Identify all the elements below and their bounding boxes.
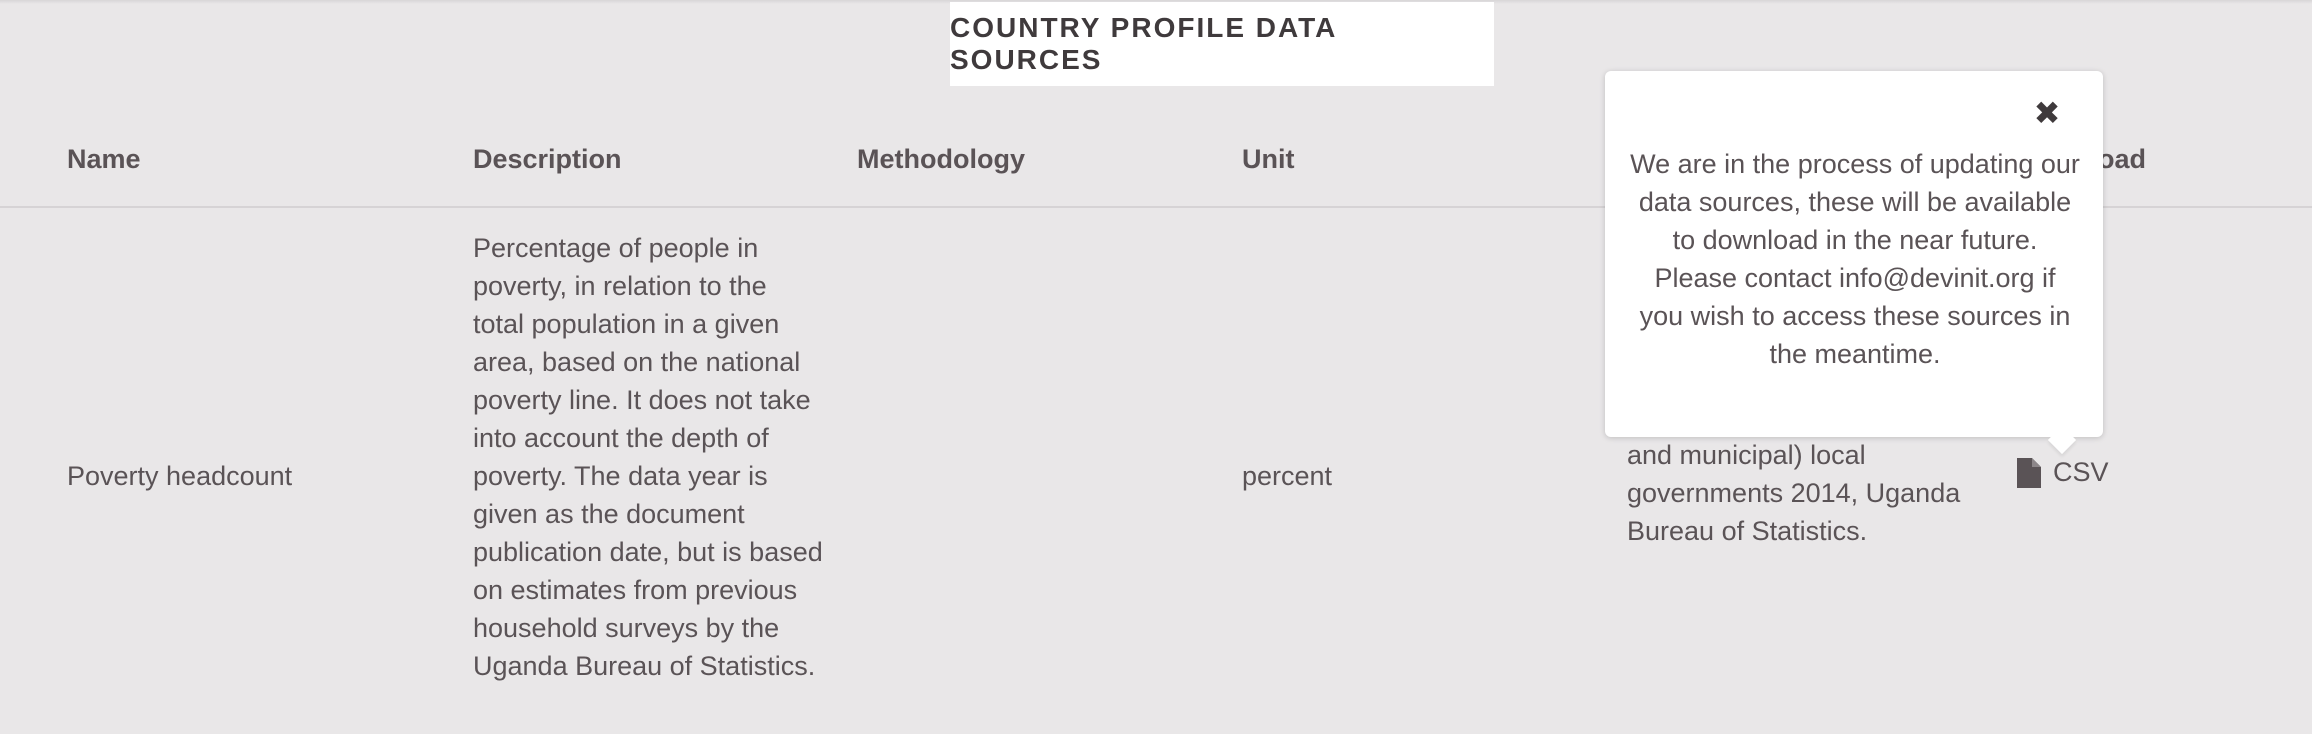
row-source: and municipal) local governments 2014, U…	[1627, 440, 1961, 546]
row-description: Percentage of people in poverty, in rela…	[473, 233, 823, 681]
column-header-name: Name	[67, 144, 141, 174]
column-header-download: oad	[2098, 144, 2147, 174]
file-icon	[2017, 457, 2041, 488]
column-header-methodology: Methodology	[857, 144, 1025, 174]
column-header-description: Description	[473, 144, 622, 174]
page: COUNTRY PROFILE DATA SOURCES Name Descri…	[0, 0, 2312, 734]
download-csv-label: CSV	[2053, 457, 2109, 487]
page-title: COUNTRY PROFILE DATA SOURCES	[950, 12, 1337, 75]
download-csv-link[interactable]: CSV	[2017, 457, 2109, 488]
popover-message: We are in the process of updating our da…	[1630, 149, 2080, 369]
column-header-unit: Unit	[1242, 144, 1295, 174]
section-header: COUNTRY PROFILE DATA SOURCES	[950, 2, 1494, 86]
row-name: Poverty headcount	[67, 461, 293, 491]
row-unit: percent	[1242, 461, 1333, 491]
popover-arrow-cover	[2040, 420, 2084, 436]
close-icon[interactable]: ✖	[2032, 97, 2062, 129]
